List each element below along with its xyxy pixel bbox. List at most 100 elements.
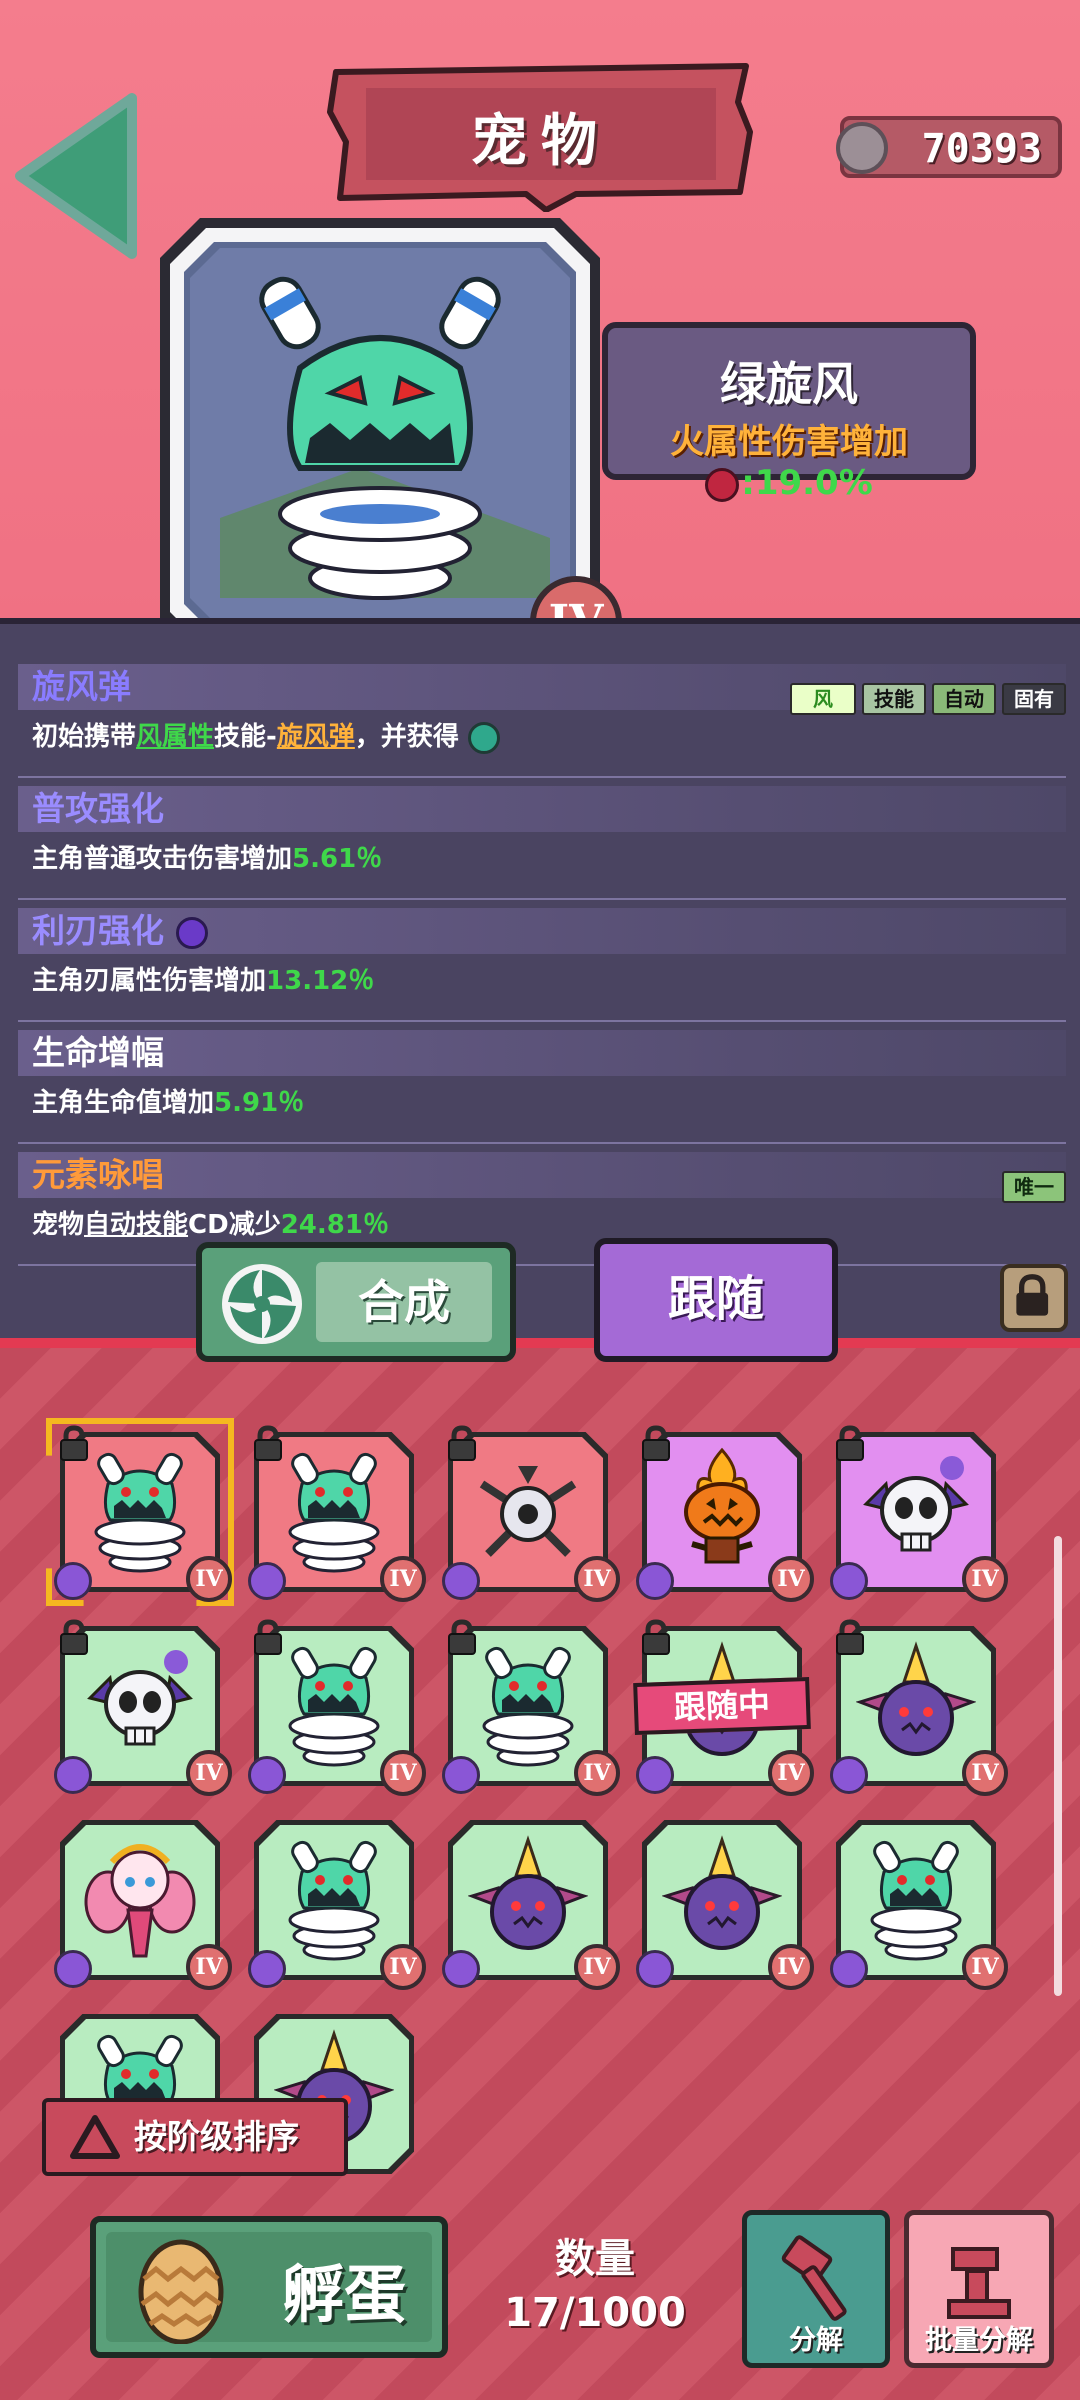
currency-display: 70393 xyxy=(836,116,1062,178)
sort-by-grade-button[interactable]: 按阶级排序 xyxy=(42,2098,348,2176)
element-icon xyxy=(248,1950,286,1988)
lock-icon xyxy=(1016,1274,1049,1316)
pet-card[interactable]: IV xyxy=(54,1820,232,1990)
back-button[interactable] xyxy=(14,92,142,260)
pet-card[interactable]: IV xyxy=(248,1619,426,1796)
grade-badge: IV xyxy=(962,1944,1008,1990)
pet-card[interactable]: IV xyxy=(248,1425,426,1602)
tag-innate: 固有 xyxy=(1002,683,1066,715)
anvil-icon xyxy=(947,2247,1011,2319)
pet-card[interactable]: IV xyxy=(830,1820,1008,1990)
desc-text: CD减少 xyxy=(188,1210,281,1240)
skill-tags: 唯一 xyxy=(996,1160,1066,1206)
skill-desc: 初始携带风属性技能-旋风弹，并获得 xyxy=(18,716,1066,754)
tag-unique: 唯一 xyxy=(1002,1171,1066,1203)
element-icon xyxy=(830,1756,868,1794)
pet-whirlwind-art xyxy=(856,1832,976,1968)
pet-card[interactable]: IV xyxy=(442,1425,620,1602)
pet-card[interactable]: 跟随中 IV xyxy=(633,1619,814,1796)
skill-tags: 风技能 自动 固有 xyxy=(784,672,1066,718)
element-icon xyxy=(636,1562,674,1600)
decompose-button[interactable]: 分解 xyxy=(742,2210,890,2368)
pet-card[interactable]: IV xyxy=(442,1820,620,1990)
sort-label: 按阶级排序 xyxy=(134,2117,299,2156)
skill-blade-boost: 利刃强化 主角刃属性伤害增加13.12％ xyxy=(18,908,1066,1020)
lock-button[interactable] xyxy=(1000,1264,1068,1332)
pet-whirlwind-art xyxy=(468,1638,588,1774)
pet-card[interactable]: IV xyxy=(54,1619,232,1796)
grade-badge: IV xyxy=(574,1944,620,1990)
desc-text: 宠物 xyxy=(32,1210,85,1240)
desc-text: 初始携带 xyxy=(32,722,137,752)
follow-button[interactable]: 跟随 xyxy=(594,1238,838,1362)
pet-whirlwind-art xyxy=(80,1444,200,1580)
element-icon xyxy=(636,1756,674,1794)
auto-skill-link[interactable]: 自动技能 xyxy=(84,1210,188,1240)
element-icon xyxy=(54,1562,92,1600)
pet-card[interactable]: IV xyxy=(830,1425,1008,1602)
tag-auto: 自动 xyxy=(932,683,996,715)
element-icon xyxy=(54,1756,92,1794)
skill-title: 元素咏唱 唯一 xyxy=(18,1152,1066,1203)
element-icon xyxy=(248,1562,286,1600)
skill-title: 旋风弹 风技能 自动 固有 xyxy=(18,664,1066,715)
grade-badge: IV xyxy=(768,1556,814,1602)
pet-card[interactable]: IV xyxy=(248,1820,426,1990)
skill-element-chant: 元素咏唱 唯一 宠物自动技能CD减少24.81％ xyxy=(18,1152,1066,1264)
lock-icon xyxy=(60,1425,88,1461)
lock-icon xyxy=(448,1425,476,1461)
element-icon xyxy=(54,1950,92,1988)
pet-card[interactable]: IV xyxy=(636,1425,814,1602)
desc-text: 技能- xyxy=(214,722,277,752)
whirlwind-skill-link[interactable]: 旋风弹 xyxy=(277,722,355,752)
skill-value: 13.12％ xyxy=(266,966,375,996)
lock-icon xyxy=(60,1619,88,1655)
desc-text: ，并获得 xyxy=(354,722,459,752)
triangle-icon xyxy=(70,2115,120,2159)
gear-coin-icon xyxy=(836,122,888,174)
batch-decompose-button[interactable]: 批量分解 xyxy=(904,2210,1054,2368)
lock-icon xyxy=(448,1619,476,1655)
pet-whirlwind-art xyxy=(274,1832,394,1968)
pet-drone-art xyxy=(468,1444,588,1580)
lock-icon xyxy=(836,1619,864,1655)
element-icon xyxy=(442,1950,480,1988)
pet-card[interactable]: IV xyxy=(442,1619,620,1796)
pet-horn-art xyxy=(661,1832,783,1968)
grade-badge: IV xyxy=(962,1750,1008,1796)
divider xyxy=(18,1020,1066,1022)
scrollbar[interactable] xyxy=(1054,1536,1062,1996)
skill-title: 普攻强化 xyxy=(18,786,1066,832)
merge-button[interactable]: 合成 xyxy=(196,1242,516,1362)
element-icon xyxy=(830,1950,868,1988)
lock-icon xyxy=(836,1425,864,1461)
element-icon xyxy=(248,1756,286,1794)
wind-element-link[interactable]: 风属性 xyxy=(136,722,214,752)
grade-badge: IV xyxy=(186,1750,232,1796)
skill-whirlwind-bullet[interactable]: 旋风弹 风技能 自动 固有 初始携带风属性技能-旋风弹，并获得 xyxy=(18,664,1066,776)
skill-value: 5.61％ xyxy=(292,844,383,874)
hammer-icon xyxy=(781,2235,847,2321)
hatch-egg-button[interactable]: 孵蛋 xyxy=(90,2216,448,2358)
back-arrow-icon xyxy=(15,93,137,259)
skill-title: 利刃强化 xyxy=(18,908,1066,954)
grade-badge: IV xyxy=(380,1750,426,1796)
blade-icon xyxy=(175,916,208,949)
pet-card[interactable]: IV xyxy=(830,1619,1008,1796)
pet-card[interactable]: IV xyxy=(636,1820,814,1990)
grade-badge: IV xyxy=(768,1750,814,1796)
pet-info-panel: 绿旋风 火属性伤害增加 :19.0% xyxy=(602,322,976,503)
decompose-label: 分解 xyxy=(789,2325,843,2356)
divider xyxy=(18,776,1066,778)
skill-desc: 主角生命值增加5.91％ xyxy=(18,1082,1066,1119)
tag-wind: 风 xyxy=(790,683,856,715)
currency-value: 70393 xyxy=(921,126,1042,172)
fire-icon xyxy=(705,467,740,502)
pet-horn-art xyxy=(855,1638,977,1774)
swirl-icon xyxy=(467,721,500,754)
pet-pumpkin-art xyxy=(662,1444,782,1580)
pet-card[interactable]: IV xyxy=(46,1418,234,1606)
skill-life-boost: 生命增幅 主角生命值增加5.91％ xyxy=(18,1030,1066,1142)
skill-title-text: 利刃强化 xyxy=(32,911,164,950)
element-icon xyxy=(442,1562,480,1600)
